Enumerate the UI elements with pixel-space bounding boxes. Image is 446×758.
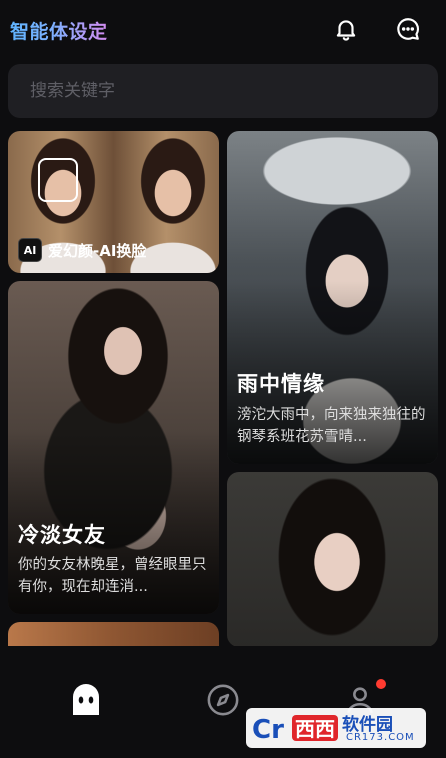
card-title: 冷淡女友	[18, 523, 106, 547]
search-bar[interactable]	[8, 64, 438, 118]
watermark-brand: 西西	[295, 717, 335, 741]
compass-icon	[207, 684, 239, 716]
card-description: 你的女友林晚星，曾经眼里只有你，现在却连消...	[18, 557, 207, 595]
header: 智能体设定	[0, 0, 446, 60]
ad-badge: AI 爱幻颜-AI换脸	[18, 238, 146, 262]
card-portrait[interactable]	[227, 472, 438, 647]
face-frame-icon	[38, 158, 78, 202]
search-input[interactable]	[30, 64, 410, 118]
watermark-url: CR173.COM	[346, 732, 415, 743]
card-partial[interactable]	[8, 622, 219, 647]
card-ad-face-swap[interactable]: AI 爱幻颜-AI换脸	[8, 131, 219, 273]
card-description: 滂沱大雨中，向来独来独往的钢琴系班花苏雪晴...	[237, 407, 426, 445]
app-logo-icon: AI	[18, 238, 42, 262]
nav-discover[interactable]	[203, 680, 243, 720]
nav-home[interactable]	[66, 680, 106, 720]
card-title: 雨中情缘	[237, 372, 325, 396]
card-image	[8, 622, 219, 647]
card-rain-romance[interactable]: 雨中情缘 滂沱大雨中，向来独来独往的钢琴系班花苏雪晴...	[227, 131, 438, 464]
home-ghost-icon	[73, 684, 99, 715]
message-icon[interactable]	[393, 14, 423, 44]
ad-label: 爱幻颜-AI换脸	[48, 241, 147, 260]
card-cold-girlfriend[interactable]: 冷淡女友 你的女友林晚星，曾经眼里只有你，现在却连消...	[8, 281, 219, 614]
card-image	[227, 472, 438, 647]
svg-text:Cr: Cr	[252, 715, 284, 745]
page-title: 智能体设定	[10, 17, 108, 44]
bell-icon[interactable]	[331, 14, 361, 44]
notification-dot	[376, 679, 386, 689]
watermark-logo: Cr 西西 软件园 CR173.COM	[246, 708, 426, 748]
